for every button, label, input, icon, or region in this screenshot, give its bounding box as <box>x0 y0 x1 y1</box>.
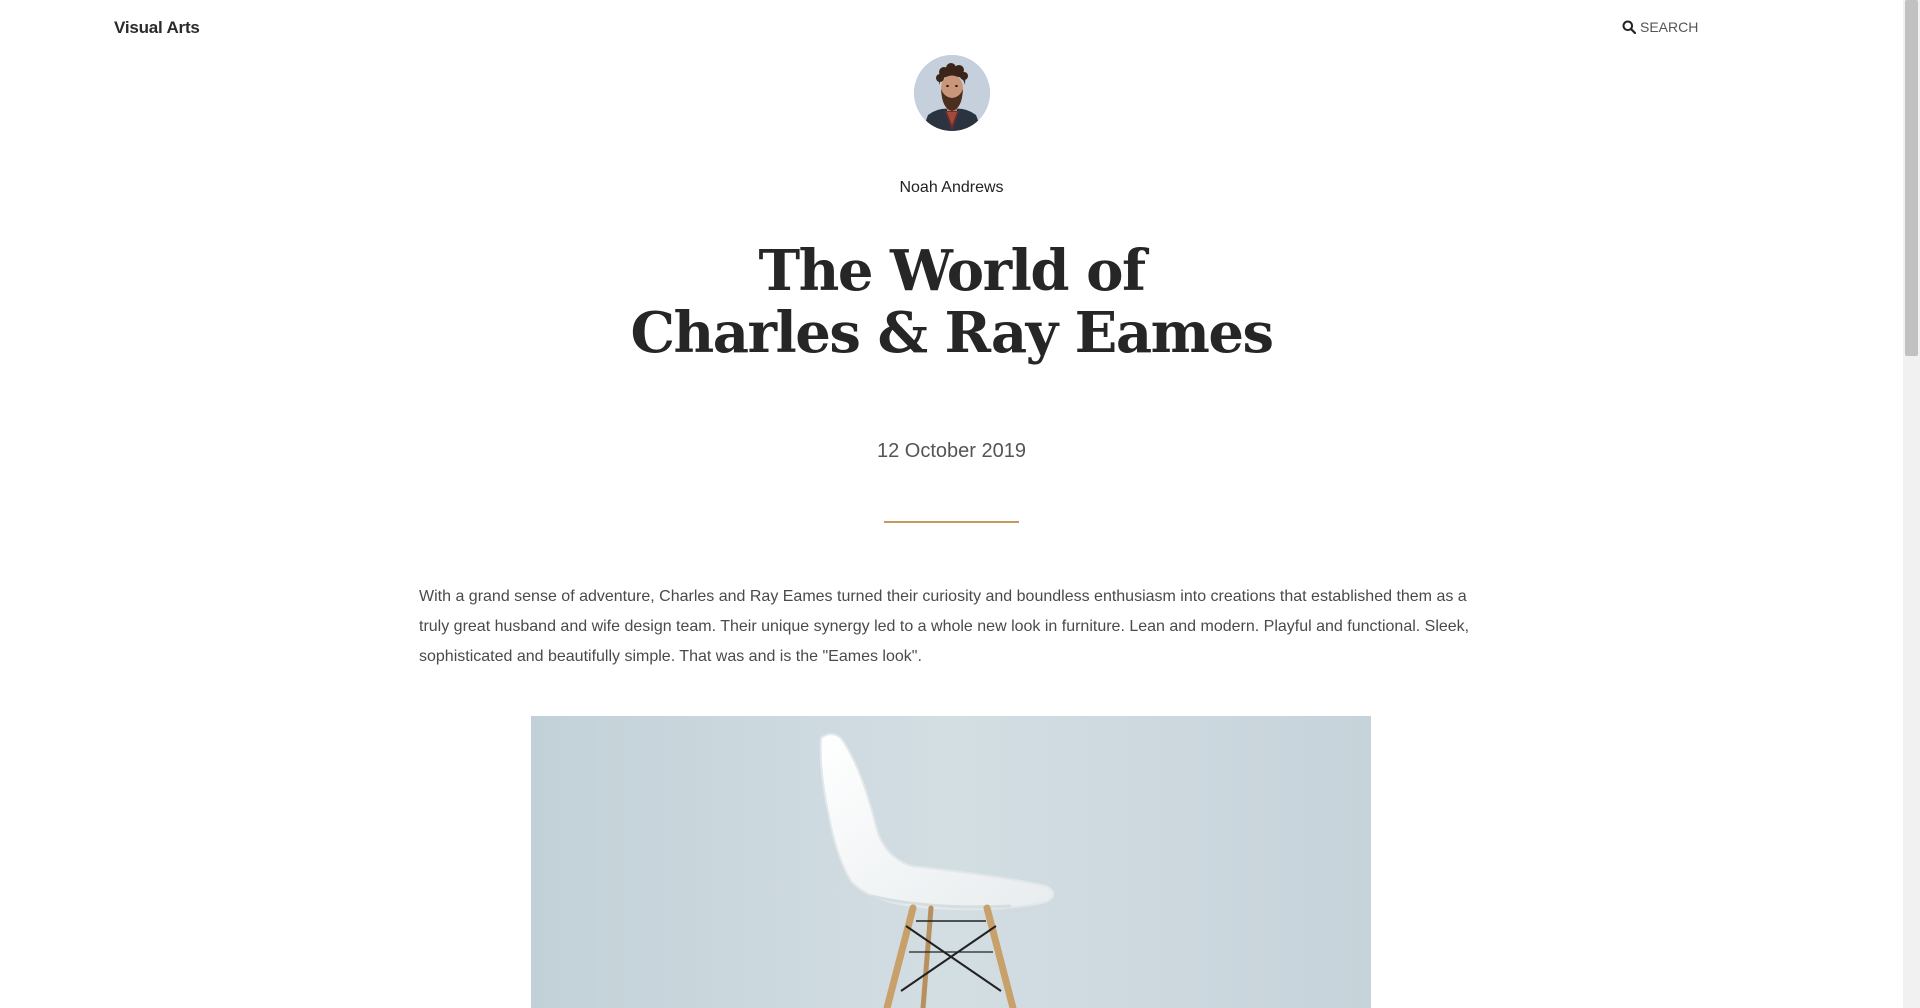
title-divider <box>884 521 1019 523</box>
publish-date: 12 October 2019 <box>877 440 1026 462</box>
article-intro: With a grand sense of adventure, Charles… <box>419 588 1470 665</box>
page: Visual Arts SEARCH Noah Andrews The Worl… <box>0 0 1920 1008</box>
article-title: The World of Charles & Ray Eames <box>0 240 1903 364</box>
page-scrollbar[interactable] <box>1903 0 1920 1008</box>
search-label: SEARCH <box>1640 19 1699 35</box>
avatar-portrait <box>914 55 990 131</box>
search-button[interactable]: SEARCH <box>1622 19 1698 35</box>
author-name[interactable]: Noah Andrews <box>0 179 1903 197</box>
chair-photo <box>531 716 1371 1008</box>
author-avatar[interactable] <box>914 55 990 131</box>
hero-image <box>531 716 1371 1008</box>
article-title-line-2: Charles & Ray Eames <box>630 300 1274 366</box>
scrollbar-thumb[interactable] <box>1905 0 1918 356</box>
site-title-link[interactable]: Visual Arts <box>114 18 200 38</box>
article-title-line-1: The World of <box>758 238 1146 304</box>
search-icon <box>1622 20 1636 34</box>
